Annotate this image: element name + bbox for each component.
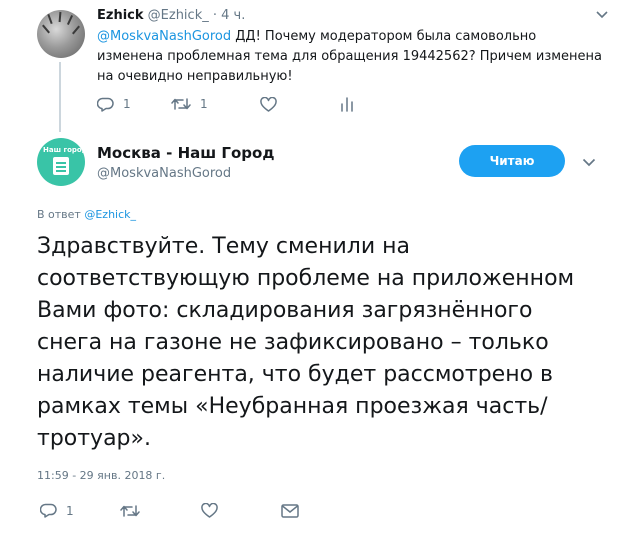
retweet-icon: [120, 504, 140, 517]
reply-prefix: В ответ: [37, 208, 85, 221]
following-button[interactable]: Читаю: [459, 145, 565, 177]
parent-header: Ezhick @Ezhick_ · 4 ч.: [97, 8, 245, 23]
parent-avatar[interactable]: [37, 10, 85, 58]
parent-reply-button[interactable]: 1: [97, 97, 171, 112]
main-more-menu[interactable]: [582, 152, 596, 171]
reply-icon: [97, 97, 114, 112]
main-tweet-text: Здравствуйте. Тему сменили на соответств…: [37, 234, 575, 451]
reply-context: В ответ @Ezhick_: [37, 208, 136, 221]
main-reply-count: 1: [66, 503, 74, 518]
chevron-down-icon: [582, 158, 596, 167]
parent-actions: 1 1: [97, 96, 354, 112]
reply-icon: [40, 503, 57, 518]
header-separator: ·: [212, 8, 218, 23]
thread-line: [59, 62, 61, 132]
main-retweet-button[interactable]: [120, 504, 201, 518]
parent-reply-count: 1: [123, 97, 131, 111]
retweet-icon: [171, 98, 191, 110]
main-author-handle[interactable]: @MoskvaNashGorod: [97, 166, 231, 181]
main-avatar[interactable]: Наш город: [37, 138, 85, 186]
main-actions: 1: [40, 503, 299, 518]
chevron-down-icon: [596, 11, 608, 19]
analytics-icon: [341, 97, 353, 112]
main-timestamp[interactable]: 11:59 - 29 янв. 2018 г.: [37, 469, 165, 482]
avatar-logo-text: Наш город: [43, 146, 85, 154]
parent-time[interactable]: 4 ч.: [221, 8, 245, 23]
like-icon: [260, 96, 277, 112]
parent-mention-link[interactable]: @MoskvaNashGorod: [97, 29, 231, 44]
parent-author-name[interactable]: Ezhick: [97, 8, 144, 23]
parent-tweet-text: @MoskvaNashGorod ДД! Почему модератором …: [97, 27, 602, 87]
parent-analytics-button[interactable]: [340, 96, 354, 112]
document-icon: [53, 157, 69, 175]
reply-to-link[interactable]: @Ezhick_: [84, 208, 136, 221]
main-direct-message-button[interactable]: [281, 503, 299, 518]
main-author-name[interactable]: Москва - Наш Город: [97, 144, 274, 162]
parent-retweet-count: 1: [200, 97, 208, 111]
parent-like-button[interactable]: [260, 96, 340, 112]
like-icon: [201, 503, 218, 518]
main-reply-button[interactable]: 1: [40, 503, 120, 518]
parent-retweet-button[interactable]: 1: [171, 97, 260, 111]
main-like-button[interactable]: [201, 503, 281, 518]
parent-author-handle[interactable]: @Ezhick_: [148, 8, 209, 23]
parent-more-menu[interactable]: [596, 8, 608, 22]
direct-message-icon: [281, 503, 299, 518]
